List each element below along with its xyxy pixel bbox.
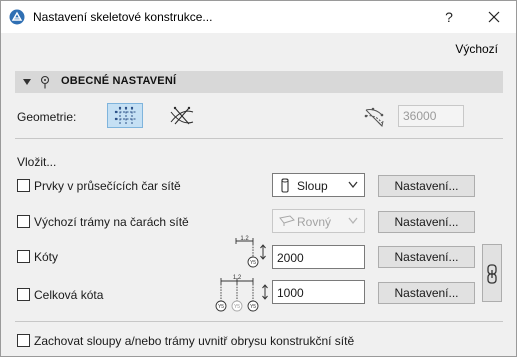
close-icon [488, 11, 500, 23]
element-type-select[interactable]: Sloup [272, 173, 365, 197]
grid-bubble-label: Y5 [234, 304, 240, 310]
title-bar: Nastavení skeletové konstrukce... ? [1, 1, 516, 33]
chevron-down-icon [348, 217, 358, 225]
dimension-number: 1.2 [233, 275, 242, 281]
general-settings-header[interactable]: OBECNÉ NASTAVENÍ [15, 71, 503, 93]
overall-dimension-offset-input[interactable]: 1000 [272, 280, 365, 304]
beam-type-select[interactable]: Rovný [272, 209, 365, 233]
overall-dimension-icon: 1.2 Y5 Y5 Y5 [215, 275, 268, 312]
default-beams-checkbox[interactable] [17, 215, 30, 228]
link-settings-button[interactable] [482, 244, 502, 302]
dimensions-settings-button[interactable]: Nastavení... [378, 246, 475, 268]
dimensions-offset-input[interactable]: 2000 [272, 245, 365, 269]
keep-inside-outline-checkbox[interactable] [17, 334, 30, 347]
default-beams-label[interactable]: Výchozí trámy na čarách sítě [34, 215, 189, 229]
radial-grid-button[interactable] [163, 103, 199, 128]
close-button[interactable] [481, 5, 507, 29]
dimension-number: 1.2 [240, 236, 249, 242]
overall-dimension-checkbox[interactable] [17, 288, 30, 301]
window-title: Nastavení skeletové konstrukce... [33, 10, 213, 24]
dimension-icon: 1.2 Y5 [235, 236, 266, 268]
collapse-triangle-icon[interactable] [23, 79, 31, 85]
grid-bubble-label: Y5 [250, 260, 256, 266]
keep-inside-outline-label[interactable]: Zachovat sloupy a/nebo trámy uvnitř obry… [34, 334, 354, 348]
rotation-angle-icon-box [357, 103, 391, 128]
defaults-button[interactable]: Výchozí [455, 42, 498, 56]
beam-type-value: Rovný [297, 215, 332, 229]
pin-icon [40, 75, 50, 89]
divider [15, 321, 503, 322]
elements-at-intersections-label[interactable]: Prvky v průsečících čar sítě [34, 179, 181, 193]
help-button[interactable]: ? [437, 5, 461, 29]
archicad-app-icon [9, 9, 25, 25]
skeleton-settings-dialog: Nastavení skeletové konstrukce... ? Vých… [0, 0, 517, 357]
beams-settings-button[interactable]: Nastavení... [378, 211, 475, 233]
column-icon [281, 178, 289, 193]
beam-icon [279, 215, 295, 226]
radial-grid-icon [170, 106, 194, 125]
rotation-angle-field: 36000 [398, 105, 464, 127]
section-title: OBECNÉ NASTAVENÍ [61, 75, 177, 87]
grid-bubble-label: Y5 [218, 304, 224, 310]
geometry-label: Geometrie: [17, 110, 77, 124]
overall-dimension-settings-button[interactable]: Nastavení... [378, 282, 475, 304]
elements-settings-button[interactable]: Nastavení... [378, 175, 475, 197]
elements-at-intersections-checkbox[interactable] [17, 179, 30, 192]
rotation-angle-icon [364, 107, 384, 128]
dimensions-label[interactable]: Kóty [34, 250, 58, 264]
overall-dimension-label[interactable]: Celková kóta [34, 288, 103, 302]
grid-bubble-label: Y5 [250, 304, 256, 310]
rectangular-grid-button[interactable] [107, 103, 143, 128]
element-type-value: Sloup [297, 179, 328, 193]
chevron-down-icon [348, 181, 358, 189]
divider [15, 138, 503, 139]
insert-label: Vložit... [17, 155, 57, 169]
chain-link-icon [487, 264, 497, 284]
dimensions-checkbox[interactable] [17, 250, 30, 263]
rectangular-grid-icon [114, 106, 136, 124]
